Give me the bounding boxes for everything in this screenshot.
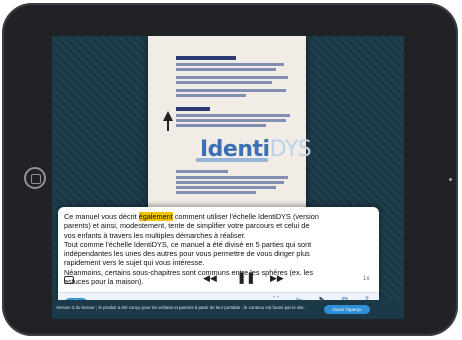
text-line: parents) et ainsi, modestement, tente de…	[64, 221, 310, 231]
text-line: rapidement vers le sujet qui vous intére…	[64, 258, 205, 268]
forward-button[interactable]: ▶▶	[270, 273, 284, 284]
doc-text-line	[176, 68, 276, 71]
footer-text: Version 3 du lecteur ; le produit a été …	[56, 305, 305, 310]
footer-bar: Version 3 du lecteur ; le produit a été …	[52, 300, 404, 319]
text-list-icon[interactable]	[64, 276, 74, 284]
pause-button[interactable]: ❚❚	[237, 271, 255, 284]
doc-text-line	[176, 176, 288, 179]
text-line: Tout comme l'échelle IdentiDYS, ce manue…	[64, 239, 312, 249]
doc-text-line	[176, 63, 284, 66]
text-line: Ce manuel vous décrit également comment …	[64, 212, 319, 221]
doc-text-line	[176, 191, 256, 194]
footer-button[interactable]: Ouvrir l'aperçu	[324, 305, 370, 314]
speed-button[interactable]: 1x	[363, 276, 369, 282]
text-line: vos enfants à travers les multiples déma…	[64, 230, 246, 240]
doc-text-line	[176, 170, 228, 173]
doc-text-line	[176, 81, 272, 84]
doc-text-line	[176, 94, 246, 97]
scanned-document-page: IdentiDYS	[148, 36, 312, 211]
reader-panel: Ce manuel vous décrit également comment …	[58, 207, 379, 316]
warning-stem-icon	[167, 121, 169, 131]
doc-text-line	[176, 114, 290, 117]
doc-heading-line	[176, 56, 236, 60]
doc-text-line	[176, 89, 286, 92]
doc-text-line	[176, 181, 284, 184]
text-line: indépendantes les unes des autres pour v…	[64, 249, 310, 259]
rewind-button[interactable]: ◀◀	[203, 273, 217, 284]
front-camera-icon	[449, 178, 452, 181]
highlighted-word: également	[138, 212, 173, 221]
warning-triangle-icon	[163, 111, 173, 121]
doc-text-line	[176, 186, 276, 189]
playback-controls: ◀◀ ❚❚ ▶▶ 1x	[58, 271, 379, 291]
logo-swoosh	[196, 158, 268, 162]
doc-heading-line	[176, 107, 210, 111]
doc-text-line	[176, 124, 266, 127]
doc-text-line	[176, 119, 286, 122]
home-button[interactable]	[24, 167, 46, 189]
doc-text-line	[176, 76, 288, 79]
